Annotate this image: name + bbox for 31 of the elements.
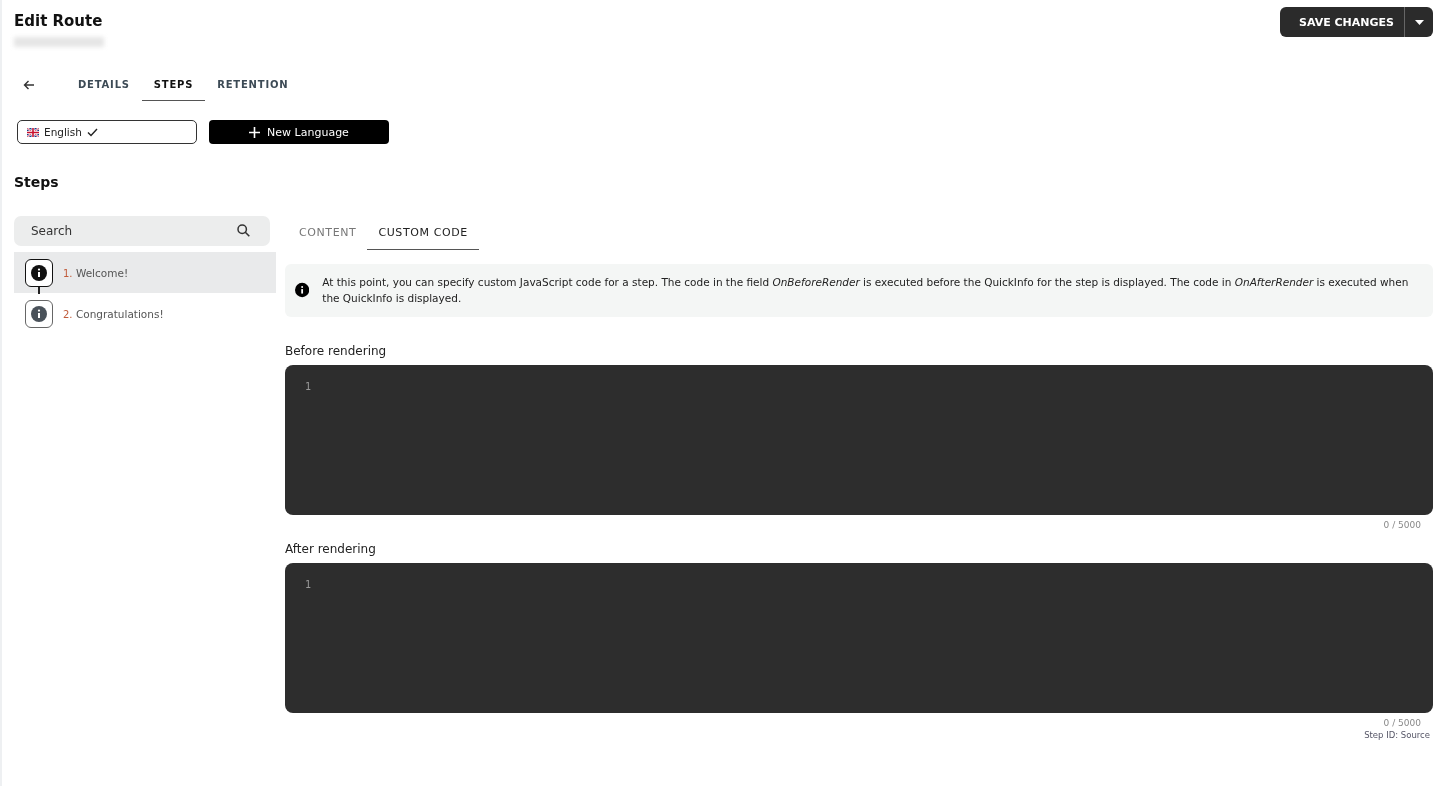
field-label: After rendering: [285, 542, 377, 556]
line-number: 1: [305, 579, 312, 590]
tab[interactable]: DETAILS: [66, 69, 142, 101]
tab[interactable]: CONTENT: [288, 216, 368, 250]
code-editor[interactable]: 1: [285, 365, 1433, 515]
tab[interactable]: CUSTOM CODE: [367, 216, 479, 250]
line-number: 1: [305, 381, 312, 392]
code-editor[interactable]: 1: [285, 563, 1433, 713]
language-chip[interactable]: English: [17, 120, 197, 144]
step-item[interactable]: 1. Welcome!: [14, 252, 276, 293]
character-counter: 0 / 5000: [1383, 520, 1421, 530]
info-icon: [31, 305, 47, 322]
field-label: Before rendering: [285, 344, 388, 358]
tab[interactable]: STEPS: [141, 69, 206, 101]
character-counter: 0 / 5000: [1383, 718, 1421, 728]
new-language-button[interactable]: New Language: [209, 120, 389, 144]
step-item[interactable]: 2. Congratulations!: [14, 293, 276, 334]
save-button[interactable]: SAVE CHANGES: [1280, 7, 1404, 37]
search-field[interactable]: Search: [14, 216, 270, 246]
info-icon: [295, 282, 310, 298]
back-arrow-icon[interactable]: [23, 80, 35, 90]
step-id-text: Step ID: Source: [1364, 730, 1430, 740]
flag-icon: [27, 127, 39, 137]
plus-icon: [249, 126, 261, 138]
section-heading: Steps: [14, 174, 60, 190]
info-icon: [31, 264, 47, 281]
page-title: Edit Route: [14, 12, 104, 30]
tab[interactable]: RETENTION: [205, 69, 301, 101]
caret-icon: [1414, 19, 1424, 25]
search-icon: [237, 224, 250, 237]
info-text: At this point, you can specify custom JavaScript code for a step. The code in the field OnBeforeRender is executed before the QuickInfo for the step is displayed. The code in OnAfterRender is executed when the QuickInfo is displayed.: [322, 275, 1410, 306]
